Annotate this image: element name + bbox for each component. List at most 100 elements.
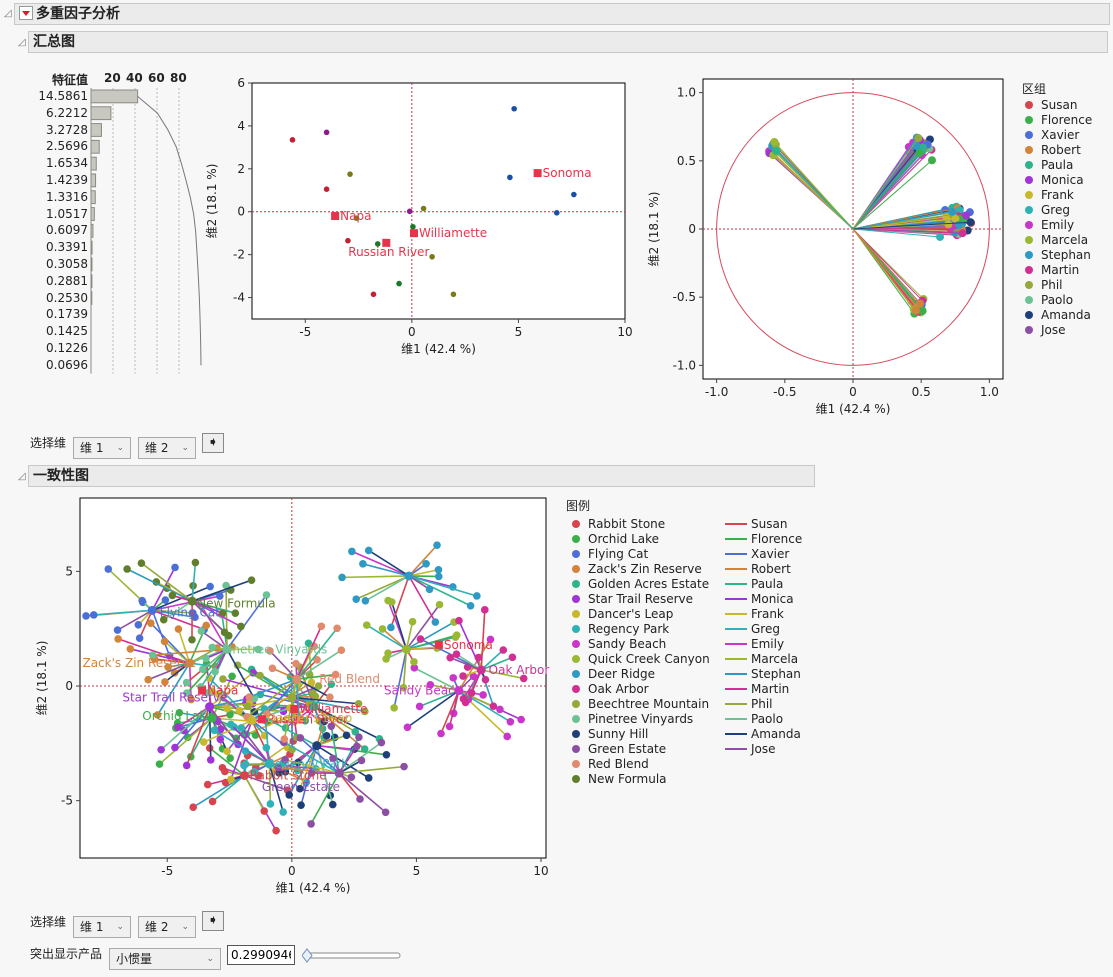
y-tick-label: -5 (61, 794, 73, 808)
group-point (390, 704, 398, 712)
group-point (175, 625, 183, 633)
group-point (272, 827, 280, 835)
legend-item[interactable]: Paolo (725, 712, 802, 727)
dim-y-select[interactable]: 维 2⌄ (138, 437, 196, 459)
group-point (144, 676, 152, 684)
legend-item[interactable]: Stephan (725, 667, 802, 682)
legend-item[interactable]: Star Trail Reserve (572, 592, 710, 607)
y-tick-label: 4 (237, 119, 245, 133)
next-dim-button[interactable]: ➧ (202, 911, 224, 931)
group-point (479, 691, 487, 699)
legend-item[interactable]: Frank (1025, 188, 1092, 203)
group-point (435, 573, 443, 581)
region-marker (258, 715, 266, 723)
x-tick-label: 10 (617, 325, 632, 339)
legend-item[interactable]: Monica (1025, 173, 1092, 188)
consensus-section-header[interactable]: 一致性图 (28, 465, 815, 487)
plot-frame (252, 83, 625, 319)
product-label: Dancer's Leap (267, 711, 352, 725)
threshold-input[interactable] (227, 945, 295, 965)
next-dim-button[interactable]: ➧ (202, 433, 224, 453)
legend-item[interactable]: Emily (725, 637, 802, 652)
legend-item[interactable]: Phil (725, 697, 802, 712)
red-triangle-menu-icon[interactable] (19, 6, 33, 20)
x-tick-label: 0 (849, 385, 857, 399)
threshold-slider[interactable] (302, 947, 402, 965)
region-label: Napa (340, 209, 371, 223)
legend-item[interactable]: New Formula (572, 772, 710, 787)
legend-item[interactable]: Golden Acres Estate (572, 577, 710, 592)
legend-item[interactable]: Jose (725, 742, 802, 757)
legend-item[interactable]: Monica (725, 592, 802, 607)
legend-item[interactable]: Pinetree Vinyards (572, 712, 710, 727)
legend-item[interactable]: Florence (725, 532, 802, 547)
group-point (426, 586, 434, 594)
group-legend: SusanFlorenceXavierRobertPaulaMonicaFran… (1025, 98, 1092, 338)
legend-item[interactable]: Florence (1025, 113, 1092, 128)
legend-marker-icon (1025, 251, 1033, 259)
legend-item[interactable]: Susan (1025, 98, 1092, 113)
legend-item[interactable]: Zack's Zin Reserve (572, 562, 710, 577)
group-point (309, 689, 317, 697)
legend-item[interactable]: Flying Cat (572, 547, 710, 562)
legend-item[interactable]: Dancer's Leap (572, 607, 710, 622)
legend-item[interactable]: Jose (1025, 323, 1092, 338)
legend-label: Pinetree Vinyards (588, 712, 693, 726)
legend-item[interactable]: Greg (725, 622, 802, 637)
group-point (307, 820, 315, 828)
legend-item[interactable]: Red Blend (572, 757, 710, 772)
legend-item[interactable]: Amanda (725, 727, 802, 742)
legend-item[interactable]: Susan (725, 517, 802, 532)
legend-item[interactable]: Xavier (1025, 128, 1092, 143)
loading-point (928, 156, 936, 164)
legend-item[interactable]: Stephan (1025, 248, 1092, 263)
group-point (169, 592, 177, 600)
legend-item[interactable]: Marcela (1025, 233, 1092, 248)
legend-item[interactable]: Paula (725, 577, 802, 592)
collapse-triangle-icon[interactable]: ◿ (18, 471, 26, 482)
y-tick-label: 0 (65, 679, 73, 693)
legend-item[interactable]: Marcela (725, 652, 802, 667)
slider-thumb[interactable] (302, 949, 312, 962)
legend-item[interactable]: Martin (725, 682, 802, 697)
legend-item[interactable]: Robert (1025, 143, 1092, 158)
legend-line-icon (725, 718, 747, 720)
legend-item[interactable]: Paula (1025, 158, 1092, 173)
highlight-select[interactable]: 小惯量⌄ (109, 948, 221, 970)
legend-item[interactable]: Martin (1025, 263, 1092, 278)
legend-item[interactable]: Frank (725, 607, 802, 622)
summary-section-header[interactable]: 汇总图 (28, 31, 1108, 53)
product-label: Oak Arbor (489, 663, 550, 677)
group-point (467, 602, 475, 610)
legend-item[interactable]: Beechtree Mountain (572, 697, 710, 712)
dim-x-select[interactable]: 维 1⌄ (73, 437, 131, 459)
legend-label: Paula (1041, 158, 1073, 172)
collapse-triangle-icon[interactable]: ◿ (4, 8, 12, 19)
legend-item[interactable]: Phil (1025, 278, 1092, 293)
legend-item[interactable]: Rabbit Stone (572, 517, 710, 532)
group-point (232, 609, 240, 617)
legend-label: Greg (751, 622, 780, 636)
legend-item[interactable]: Greg (1025, 203, 1092, 218)
legend-item[interactable]: Green Estate (572, 742, 710, 757)
group-point (237, 623, 245, 631)
legend-item[interactable]: Xavier (725, 547, 802, 562)
product-label: Green Estate (262, 780, 340, 794)
dim-y-select[interactable]: 维 2⌄ (138, 916, 196, 938)
legend-item[interactable]: Emily (1025, 218, 1092, 233)
legend-marker-icon (572, 730, 580, 738)
legend-item[interactable]: Robert (725, 562, 802, 577)
legend-label: Flying Cat (588, 547, 648, 561)
group-point (323, 732, 331, 740)
legend-item[interactable]: Orchid Lake (572, 532, 710, 547)
legend-item[interactable]: Quick Creek Canyon (572, 652, 710, 667)
legend-item[interactable]: Oak Arbor (572, 682, 710, 697)
legend-item[interactable]: Deer Ridge (572, 667, 710, 682)
dim-x-select[interactable]: 维 1⌄ (73, 916, 131, 938)
legend-item[interactable]: Sunny Hill (572, 727, 710, 742)
legend-item[interactable]: Regency Park (572, 622, 710, 637)
legend-item[interactable]: Paolo (1025, 293, 1092, 308)
legend-item[interactable]: Sandy Beach (572, 637, 710, 652)
legend-item[interactable]: Amanda (1025, 308, 1092, 323)
collapse-triangle-icon[interactable]: ◿ (18, 37, 26, 48)
